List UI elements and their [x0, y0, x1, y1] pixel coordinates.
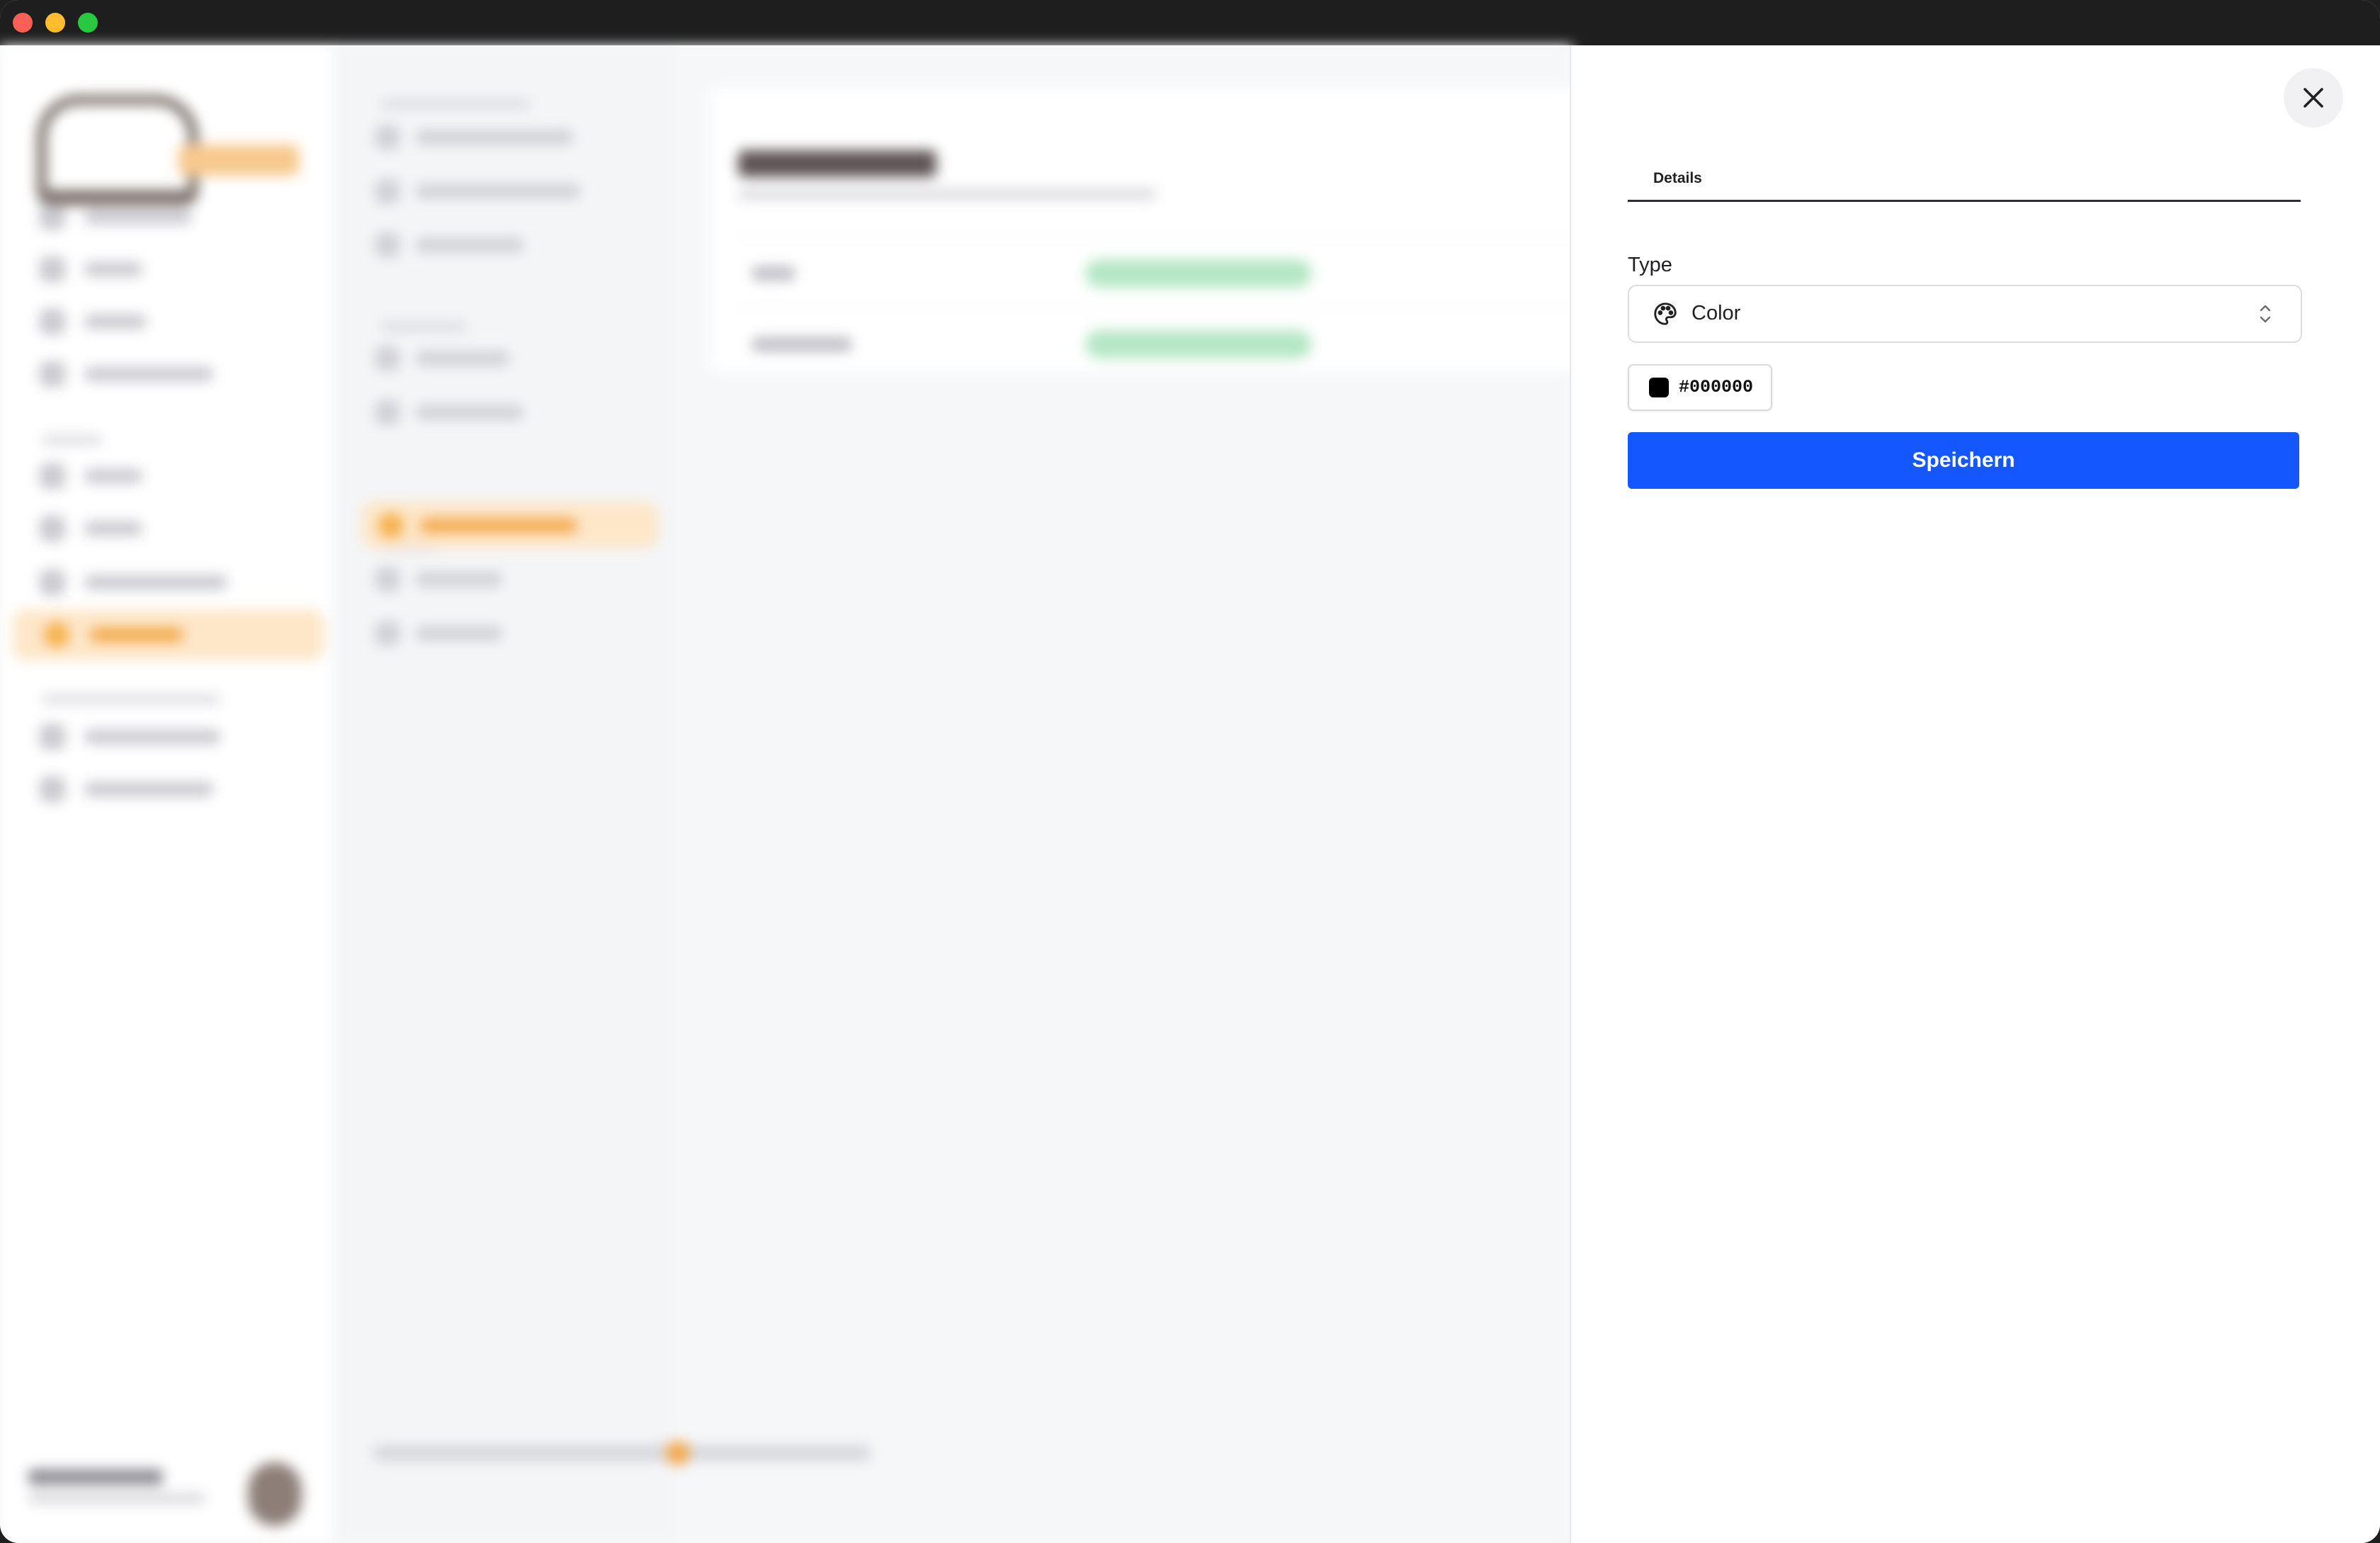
color-hex-value: #000000 [1679, 377, 1754, 397]
tab-details[interactable]: Details [1653, 170, 1702, 187]
nav-label [85, 782, 212, 796]
nav-icon [40, 361, 65, 387]
app-window: Details Type Color #000000 Speichern [0, 0, 2380, 1543]
nav-label [85, 575, 227, 589]
nav-label [85, 315, 146, 329]
window-close-control[interactable] [13, 13, 33, 33]
sidebar-item[interactable] [40, 774, 212, 805]
subnav-icon [375, 621, 400, 645]
subnav-label [416, 626, 502, 640]
nav-icon [40, 776, 65, 802]
page-subtitle [738, 188, 1156, 200]
nav-icon [44, 622, 69, 648]
user-email [28, 1493, 205, 1503]
palette-icon [1654, 303, 1677, 325]
user-profile[interactable] [28, 1448, 312, 1526]
settings-subnav [333, 45, 673, 1543]
sidebar-item[interactable] [40, 306, 146, 337]
nav-icon [40, 570, 65, 595]
nav-label [85, 469, 142, 483]
detail-drawer: Details Type Color #000000 Speichern [1570, 45, 2380, 1543]
subnav-item[interactable] [375, 344, 509, 373]
nav-icon [40, 516, 65, 541]
sidebar-item[interactable] [40, 721, 220, 752]
subnav-label [416, 238, 523, 252]
subnav-item[interactable] [375, 619, 502, 648]
nav-label [85, 210, 191, 224]
subnav-icon [375, 179, 400, 203]
subnav-label [421, 519, 577, 533]
subnav-label [416, 351, 509, 366]
nav-icon [40, 463, 65, 489]
window-maximize-control[interactable] [78, 13, 98, 33]
subnav-icon [375, 346, 400, 371]
color-picker-button[interactable]: #000000 [1628, 364, 1772, 411]
logo-tag [178, 145, 299, 176]
subnav-item[interactable] [375, 398, 523, 426]
subnav-item[interactable] [375, 231, 523, 259]
type-select[interactable]: Color [1628, 285, 2302, 343]
footer-note [374, 1445, 870, 1461]
sidebar-item[interactable] [40, 254, 142, 285]
page-title [738, 150, 936, 177]
subnav-label [416, 184, 579, 198]
main-content [673, 45, 1581, 1543]
color-swatch [1649, 378, 1669, 397]
nav-icon [40, 724, 65, 750]
row-label [752, 266, 795, 281]
section-label [381, 99, 530, 109]
sidebar-item[interactable] [40, 358, 212, 390]
heart-icon [666, 1441, 690, 1465]
sidebar-item[interactable] [40, 567, 227, 598]
settings-card [710, 88, 1581, 371]
nav-icon [40, 309, 65, 334]
nav-label [85, 521, 142, 536]
sidebar-item[interactable] [40, 513, 142, 544]
type-select-value: Color [1692, 302, 1741, 324]
settings-row[interactable] [738, 237, 1581, 309]
save-button[interactable]: Speichern [1628, 432, 2299, 489]
subnav-label [416, 405, 523, 419]
close-button[interactable] [2284, 68, 2343, 128]
subnav-icon [375, 233, 400, 257]
window-minimize-control[interactable] [45, 13, 65, 33]
row-value-pill [1085, 259, 1312, 288]
nav-label [85, 730, 220, 744]
app-logo [37, 74, 306, 205]
subnav-item-active[interactable] [361, 502, 659, 548]
subnav-item[interactable] [375, 177, 579, 205]
title-bar [0, 0, 2380, 45]
subnav-label [416, 572, 502, 587]
nav-label [85, 367, 212, 381]
user-name [28, 1469, 163, 1485]
close-icon [2304, 88, 2323, 108]
row-label [752, 337, 851, 351]
drawer-tabs: Details [1628, 159, 2301, 202]
subnav-item[interactable] [375, 123, 572, 152]
sidebar-item[interactable] [40, 201, 191, 232]
subnav-item[interactable] [375, 565, 502, 594]
subnav-icon [378, 513, 404, 538]
nav-icon [40, 204, 65, 230]
row-value-pill [1085, 330, 1312, 358]
sidebar [0, 45, 333, 1543]
nav-icon [40, 256, 65, 282]
sidebar-item[interactable] [40, 460, 142, 492]
subnav-icon [375, 400, 400, 424]
subnav-icon [375, 125, 400, 149]
type-field-label: Type [1628, 254, 1672, 276]
settings-row[interactable] [738, 307, 1581, 380]
nav-label [91, 628, 183, 642]
logo-mark [37, 95, 198, 205]
section-label [42, 694, 220, 704]
subnav-icon [375, 567, 400, 592]
nav-label [85, 262, 142, 276]
avatar[interactable] [248, 1462, 302, 1526]
subnav-label [416, 130, 572, 145]
sidebar-item-active[interactable] [13, 609, 324, 660]
chevron-up-down-icon [2260, 305, 2271, 323]
section-label [381, 322, 466, 332]
section-label [42, 435, 102, 445]
